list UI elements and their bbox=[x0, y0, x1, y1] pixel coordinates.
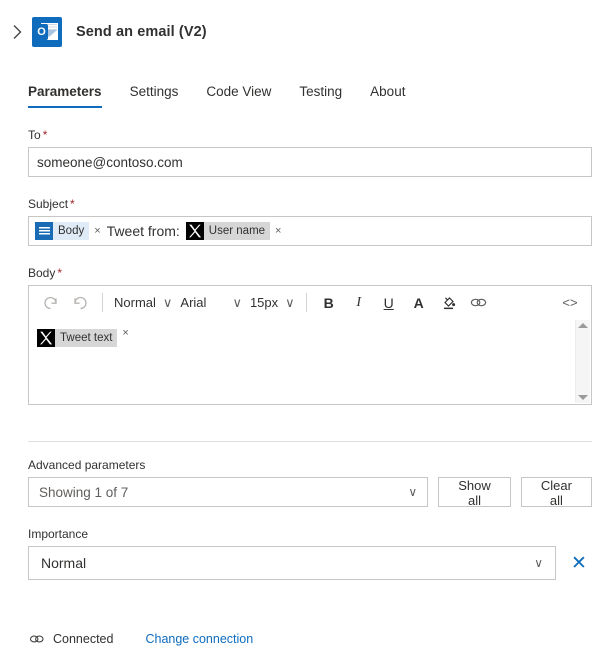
change-connection-link[interactable]: Change connection bbox=[145, 632, 253, 646]
x-twitter-icon bbox=[185, 222, 204, 240]
undo-button[interactable] bbox=[35, 290, 65, 316]
to-required-marker: * bbox=[42, 128, 48, 142]
toolbar-separator-2 bbox=[305, 293, 307, 312]
importance-row: Normal ∨ ✕ bbox=[28, 546, 592, 580]
redo-button[interactable] bbox=[65, 290, 95, 316]
subject-label-row: Subject * bbox=[28, 197, 592, 211]
advanced-parameters-select[interactable]: Showing 1 of 7 ∨ bbox=[28, 477, 429, 507]
section-divider bbox=[28, 441, 592, 442]
link-button[interactable] bbox=[464, 290, 494, 316]
importance-value: Normal bbox=[41, 555, 87, 571]
subject-token-username-remove[interactable]: × bbox=[275, 225, 281, 237]
subject-input[interactable]: Body × Tweet from: User name × bbox=[28, 216, 592, 246]
field-advanced-parameters: Advanced parameters Showing 1 of 7 ∨ Sho… bbox=[28, 458, 592, 508]
field-body: Body * Normal ∨ Arial ∨ 15px ∨ B I U A <… bbox=[28, 266, 592, 405]
body-token-tweet-text[interactable]: Tweet text bbox=[37, 327, 118, 349]
subject-token-body[interactable]: Body bbox=[35, 220, 90, 242]
subject-required-marker: * bbox=[70, 197, 75, 211]
chevron-down-icon: ∨ bbox=[162, 294, 173, 310]
scroll-up-arrow-icon[interactable] bbox=[578, 323, 588, 328]
advanced-section: Advanced parameters Showing 1 of 7 ∨ Sho… bbox=[0, 458, 606, 580]
body-scrollbar[interactable] bbox=[575, 320, 590, 403]
body-token-remove[interactable]: × bbox=[122, 327, 128, 339]
subject-static-text: Tweet from: bbox=[106, 223, 180, 239]
font-size-dropdown[interactable]: 15px ∨ bbox=[246, 290, 299, 316]
body-token-label: Tweet text bbox=[55, 329, 118, 347]
tab-bar: Parameters Settings Code View Testing Ab… bbox=[0, 74, 606, 108]
link-icon bbox=[470, 298, 487, 307]
highlight-icon bbox=[444, 297, 456, 310]
field-importance: Importance Normal ∨ ✕ bbox=[28, 527, 592, 580]
subject-token-body-remove[interactable]: × bbox=[94, 225, 100, 237]
tab-code-view[interactable]: Code View bbox=[206, 84, 271, 108]
x-twitter-icon bbox=[37, 329, 55, 347]
body-required-marker: * bbox=[57, 266, 63, 280]
italic-button[interactable]: I bbox=[344, 290, 374, 316]
field-to: To * someone@contoso.com bbox=[28, 128, 592, 177]
importance-clear-button[interactable]: ✕ bbox=[566, 550, 592, 576]
expand-chevron-button[interactable] bbox=[2, 17, 32, 47]
tab-parameters[interactable]: Parameters bbox=[28, 84, 102, 108]
chevron-down-icon: ∨ bbox=[232, 294, 242, 310]
chevron-down-icon: ∨ bbox=[408, 485, 418, 499]
link-chain-icon bbox=[28, 631, 46, 647]
connection-footer: Connected Change connection bbox=[28, 631, 253, 647]
scroll-down-arrow-icon[interactable] bbox=[578, 395, 588, 400]
clear-all-button[interactable]: Clear all bbox=[520, 477, 592, 508]
chevron-right-icon bbox=[13, 25, 21, 39]
parameters-form: To * someone@contoso.com Subject * Body × … bbox=[0, 128, 606, 405]
editor-toolbar: Normal ∨ Arial ∨ 15px ∨ B I U A <> bbox=[29, 286, 591, 319]
importance-select[interactable]: Normal ∨ bbox=[28, 546, 556, 580]
page-title: Send an email (V2) bbox=[76, 24, 207, 40]
importance-label: Importance bbox=[28, 527, 89, 541]
undo-icon bbox=[43, 296, 57, 310]
field-subject: Subject * Body × Tweet from: User name × bbox=[28, 197, 592, 246]
advanced-parameters-row: Showing 1 of 7 ∨ Show all Clear all bbox=[28, 477, 592, 508]
subject-label: Subject bbox=[28, 197, 69, 211]
outlook-icon: O bbox=[32, 17, 62, 47]
to-input[interactable]: someone@contoso.com bbox=[28, 147, 592, 177]
font-size-value: 15px bbox=[249, 295, 279, 310]
font-color-button[interactable]: A bbox=[404, 290, 434, 316]
subject-token-body-label: Body bbox=[53, 222, 90, 240]
body-label-row: Body * bbox=[28, 266, 592, 280]
to-input-value: someone@contoso.com bbox=[37, 154, 183, 170]
paragraph-style-value: Normal bbox=[114, 295, 156, 310]
outlook-o-letter: O bbox=[35, 24, 48, 40]
body-content-area[interactable]: Tweet text × bbox=[29, 319, 591, 404]
highlight-button[interactable] bbox=[434, 290, 464, 316]
code-view-button[interactable]: <> bbox=[555, 290, 585, 316]
font-family-value: Arial bbox=[180, 295, 207, 310]
chevron-down-icon: ∨ bbox=[285, 294, 295, 310]
body-label: Body bbox=[28, 266, 56, 280]
tab-settings[interactable]: Settings bbox=[130, 84, 179, 108]
subject-token-username-label: User name bbox=[203, 222, 271, 240]
body-list-icon bbox=[35, 222, 53, 240]
tab-about[interactable]: About bbox=[370, 84, 405, 108]
paragraph-style-dropdown[interactable]: Normal ∨ bbox=[110, 290, 176, 316]
toolbar-separator-1 bbox=[102, 293, 103, 312]
to-label-row: To * bbox=[28, 128, 592, 142]
subject-token-username[interactable]: User name bbox=[185, 220, 271, 242]
chevron-down-icon: ∨ bbox=[534, 556, 543, 570]
underline-button[interactable]: U bbox=[374, 290, 404, 316]
advanced-parameters-value: Showing 1 of 7 bbox=[39, 484, 129, 500]
advanced-parameters-label: Advanced parameters bbox=[28, 458, 146, 472]
redo-icon bbox=[73, 296, 87, 310]
font-family-dropdown[interactable]: Arial ∨ bbox=[176, 290, 246, 316]
show-all-button[interactable]: Show all bbox=[438, 477, 511, 508]
bold-button[interactable]: B bbox=[314, 290, 344, 316]
panel-header: O Send an email (V2) bbox=[0, 0, 606, 52]
connection-status: Connected bbox=[53, 632, 114, 646]
tab-testing[interactable]: Testing bbox=[299, 84, 342, 108]
to-label: To bbox=[28, 128, 41, 142]
body-rich-text-editor[interactable]: Normal ∨ Arial ∨ 15px ∨ B I U A <> Tweet… bbox=[28, 285, 592, 405]
